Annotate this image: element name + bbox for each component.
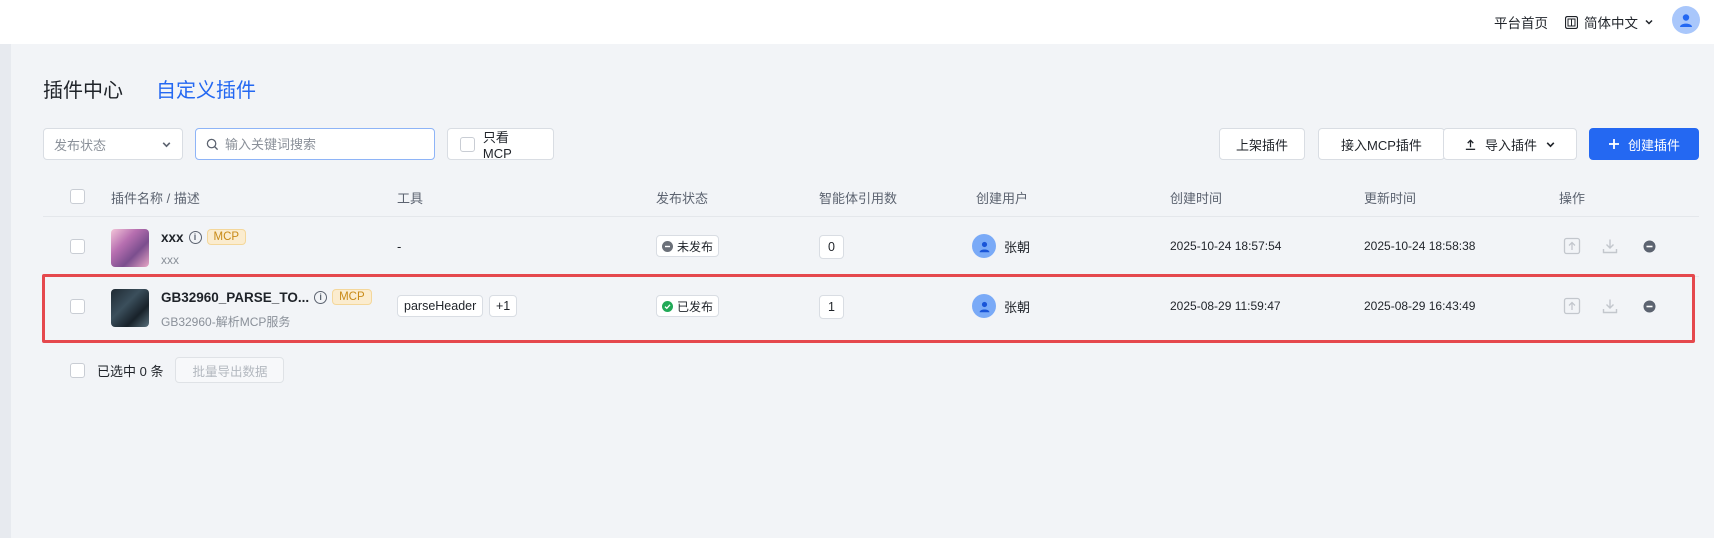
col-created-time: 创建时间 <box>1170 191 1223 206</box>
ref-count: 0 <box>819 235 844 259</box>
tab-custom-plugins[interactable]: 自定义插件 <box>156 74 256 103</box>
plugin-thumbnail <box>111 229 149 267</box>
plugin-description: GB32960-解析MCP服务 <box>161 315 291 329</box>
download-icon[interactable] <box>1601 237 1619 258</box>
user-avatar[interactable] <box>1672 6 1700 34</box>
created-time: 2025-10-24 18:57:54 <box>1170 239 1282 253</box>
plugin-description: xxx <box>161 253 179 267</box>
shelf-plugin-label: 上架插件 <box>1235 137 1288 153</box>
creator: 张朝 <box>972 294 1030 318</box>
col-creator: 创建用户 <box>976 191 1029 206</box>
mcp-only-checkbox[interactable] <box>460 136 475 152</box>
footer-select-all-checkbox[interactable] <box>70 362 85 378</box>
import-plugin-button[interactable]: 导入插件 <box>1443 128 1577 160</box>
col-tools: 工具 <box>397 191 424 206</box>
row-checkbox[interactable] <box>70 299 85 314</box>
tools-empty: - <box>397 239 402 254</box>
minus-circle-icon <box>662 240 673 252</box>
connect-mcp-label: 接入MCP插件 <box>1341 137 1422 153</box>
plugin-name-text: xxx <box>161 229 184 245</box>
batch-export-button[interactable]: 批量导出数据 <box>175 357 285 383</box>
table-row[interactable]: GB32960_PARSE_TO... i MCP GB32960-解析MCP服… <box>43 276 1699 336</box>
person-icon <box>972 234 996 258</box>
check-circle-icon <box>662 300 673 312</box>
status-filter-value: 发布状态 <box>54 137 107 153</box>
updated-time: 2025-08-29 16:43:49 <box>1364 299 1476 313</box>
connect-mcp-plugin-button[interactable]: 接入MCP插件 <box>1318 128 1445 160</box>
chevron-down-icon <box>1645 19 1653 25</box>
language-label: 简体中文 <box>1584 16 1638 31</box>
status-badge: 未发布 <box>656 235 720 257</box>
create-plugin-label: 创建插件 <box>1627 137 1680 153</box>
creator-name: 张朝 <box>1004 239 1031 255</box>
updated-time: 2025-10-24 18:58:38 <box>1364 239 1476 253</box>
minus-circle-icon[interactable] <box>1643 240 1656 256</box>
upload-icon[interactable] <box>1563 237 1581 258</box>
plugin-name-text: GB32960_PARSE_TO... <box>161 289 310 305</box>
created-time: 2025-08-29 11:59:47 <box>1170 299 1281 313</box>
person-icon <box>1680 14 1692 27</box>
chevron-down-icon <box>162 141 171 147</box>
status-text: 已发布 <box>677 299 714 314</box>
shelf-plugin-button[interactable]: 上架插件 <box>1219 128 1305 160</box>
left-edge <box>0 44 11 538</box>
mcp-tag: MCP <box>206 229 247 245</box>
info-icon[interactable]: i <box>314 290 328 304</box>
tab-plugin-center[interactable]: 插件中心 <box>43 74 123 103</box>
plugin-thumbnail <box>111 289 149 327</box>
download-icon[interactable] <box>1601 297 1619 318</box>
table-row[interactable]: xxx i MCP xxx - 未发布 0 张朝 2025-10-24 18:5… <box>43 216 1699 276</box>
person-icon <box>972 294 996 318</box>
chevron-down-icon <box>1546 141 1555 147</box>
creator-name: 张朝 <box>1004 299 1031 315</box>
selected-count: 已选中 0 条 <box>97 363 164 379</box>
select-all-checkbox[interactable] <box>70 189 85 204</box>
ref-count[interactable]: 1 <box>819 295 844 319</box>
col-actions: 操作 <box>1559 191 1586 206</box>
search-icon <box>206 138 219 150</box>
top-bar: 平台首页 简体中文 <box>0 0 1714 44</box>
import-plugin-label: 导入插件 <box>1484 137 1537 153</box>
platform-home-link[interactable]: 平台首页 <box>1494 12 1548 32</box>
search-box[interactable] <box>195 128 435 160</box>
plus-icon <box>1608 139 1619 149</box>
table-header: 插件名称 / 描述 工具 发布状态 智能体引用数 创建用户 创建时间 更新时间 … <box>43 182 1699 216</box>
tool-tag[interactable]: parseHeader <box>397 295 484 317</box>
plugin-name[interactable]: GB32960_PARSE_TO... i MCP <box>161 289 372 305</box>
upload-icon[interactable] <box>1563 297 1581 318</box>
mcp-tag: MCP <box>332 289 372 305</box>
col-status: 发布状态 <box>656 191 709 206</box>
plugin-name[interactable]: xxx i MCP <box>161 229 247 245</box>
language-switcher[interactable]: 简体中文 <box>1565 12 1654 32</box>
batch-footer: 已选中 0 条 批量导出数据 <box>70 357 285 383</box>
col-ref-count: 智能体引用数 <box>819 191 898 206</box>
upload-icon <box>1465 138 1476 150</box>
tool-more-tag[interactable]: +1 <box>489 295 518 317</box>
minus-circle-icon[interactable] <box>1643 300 1656 316</box>
col-updated-time: 更新时间 <box>1364 191 1417 206</box>
mcp-only-toggle[interactable]: 只看 MCP <box>447 128 554 161</box>
creator: 张朝 <box>972 234 1030 258</box>
status-text: 未发布 <box>677 239 714 254</box>
create-plugin-button[interactable]: 创建插件 <box>1589 128 1699 160</box>
status-badge: 已发布 <box>656 295 720 317</box>
status-filter-select[interactable]: 发布状态 <box>43 128 183 160</box>
row-checkbox[interactable] <box>70 239 85 254</box>
search-input[interactable] <box>225 136 415 152</box>
mcp-only-label: 只看 MCP <box>482 130 512 161</box>
col-name: 插件名称 / 描述 <box>111 191 200 206</box>
info-icon[interactable]: i <box>188 230 202 244</box>
translate-icon <box>1565 15 1578 29</box>
